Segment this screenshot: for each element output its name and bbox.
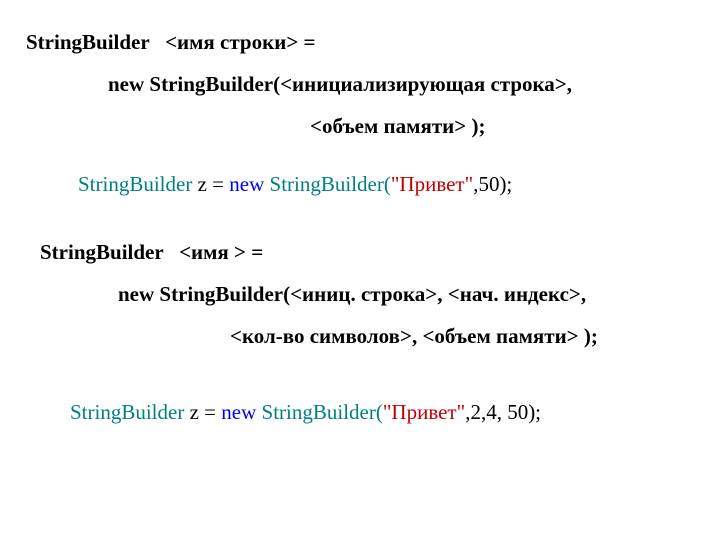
ex2-str: "Привет"	[383, 400, 465, 424]
syntax2-arg2: <кол-во символов>, <объем памяти>	[230, 324, 584, 348]
syntax2-close: );	[584, 324, 598, 348]
example2: StringBuilder z = new StringBuilder("При…	[70, 400, 541, 425]
ex1-rest: ,50);	[473, 172, 512, 196]
syntax2-line2: new StringBuilder(<иниц. строка>, <нач. …	[118, 282, 591, 307]
ex2-ctor: StringBuilder(	[262, 400, 383, 424]
ex2-type: StringBuilder	[70, 400, 190, 424]
keyword-stringbuilder: StringBuilder	[26, 30, 149, 54]
ex1-str: "Привет"	[391, 172, 473, 196]
syntax2-arg1: <иниц. строка>, <нач. индекс>,	[290, 282, 591, 306]
ex2-new: new	[221, 400, 261, 424]
ex1-var: z =	[198, 172, 230, 196]
syntax2-line1: StringBuilder <имя > =	[40, 240, 268, 265]
keyword-stringbuilder2: StringBuilder	[40, 240, 163, 264]
syntax1-line3: <объем памяти> );	[310, 114, 485, 139]
syntax2-new: new StringBuilder(	[118, 282, 290, 306]
ex1-new: new	[229, 172, 269, 196]
syntax1-new: new StringBuilder(	[108, 72, 280, 96]
example1: StringBuilder z = new StringBuilder("При…	[78, 172, 512, 197]
syntax1-line1: StringBuilder <имя строки> =	[26, 30, 321, 55]
syntax1-close: );	[471, 114, 485, 138]
syntax2-line3: <кол-во символов>, <объем памяти> );	[230, 324, 598, 349]
syntax1-rest1: <имя строки> =	[149, 30, 320, 54]
syntax1-line2: new StringBuilder(<инициализирующая стро…	[108, 72, 577, 97]
ex2-rest: ,2,4, 50);	[465, 400, 541, 424]
ex2-var: z =	[190, 400, 222, 424]
ex1-type: StringBuilder	[78, 172, 198, 196]
syntax1-arg2: <объем памяти>	[310, 114, 471, 138]
ex1-ctor: StringBuilder(	[270, 172, 391, 196]
syntax1-arg1: <инициализирующая строка>,	[280, 72, 577, 96]
syntax2-rest1: <имя > =	[163, 240, 268, 264]
